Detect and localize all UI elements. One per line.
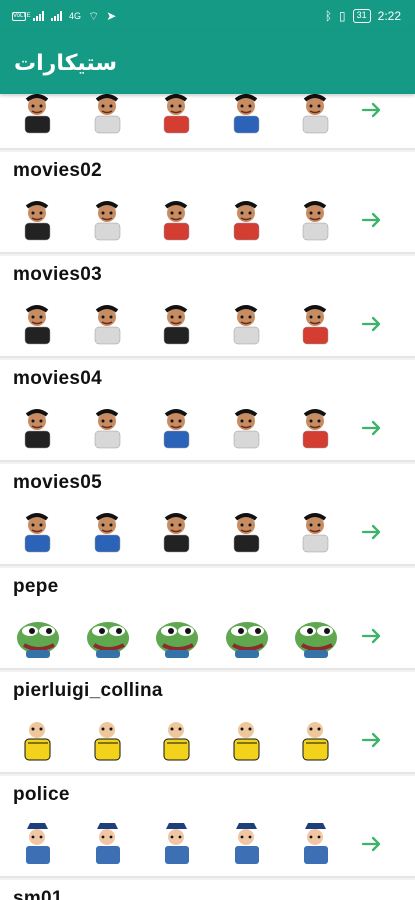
pepe-frog-sticker [12, 611, 64, 661]
sticker-preview-strip [12, 611, 342, 661]
sticker-pack-row[interactable]: movies02 [0, 152, 415, 254]
man-in-red-cape-sticker [221, 507, 273, 557]
red-faced-man-sticker [151, 403, 203, 453]
police-angel-sticker [151, 819, 203, 869]
sticker-preview-strip [12, 195, 342, 245]
smiling-man-sticker [290, 195, 342, 245]
sticker-preview-strip [12, 715, 342, 765]
bald-man-sticker [82, 507, 134, 557]
man-with-glasses-sticker [221, 299, 273, 349]
pack-title: pierluigi_collina [13, 680, 163, 701]
bearded-man-sticker [290, 507, 342, 557]
man-in-white-sticker [290, 403, 342, 453]
man-with-hat-sticker [290, 299, 342, 349]
signal-icon-2 [51, 11, 62, 21]
open-pack-arrow-icon[interactable] [360, 520, 384, 544]
pepe-smile-sticker [221, 611, 273, 661]
man-portrait-sticker [151, 94, 203, 138]
sticker-pack-row[interactable]: police [0, 776, 415, 878]
man-in-blue-sticker [221, 403, 273, 453]
referee-megaphone-sticker [221, 715, 273, 765]
app-title: ستيكارات [14, 50, 117, 75]
referee-sitting-sticker [12, 715, 64, 765]
pack-title: sm01 [13, 888, 63, 900]
man-in-black-sticker [151, 195, 203, 245]
open-pack-arrow-icon[interactable] [360, 832, 384, 856]
cartoon-man-sticker [82, 94, 134, 138]
pepe-crying-sticker [82, 611, 134, 661]
open-pack-arrow-icon[interactable] [360, 728, 384, 752]
police-officer-sticker [290, 819, 342, 869]
open-pack-arrow-icon[interactable] [360, 624, 384, 648]
man-in-blue-sticker [82, 403, 134, 453]
referee-card-sticker [151, 715, 203, 765]
laughing-man-sticker [221, 195, 273, 245]
status-bar: VoLTE 4G ⌔ ➤ ᛒ ▯ 31 2:22 [0, 0, 415, 32]
pack-title: movies03 [13, 264, 103, 285]
police-sitting-sticker [12, 819, 64, 869]
sticker-preview-strip [12, 507, 342, 557]
network-type-label: 4G [69, 11, 82, 21]
pack-title: police [13, 784, 70, 805]
referee-thumbs-down-sticker [290, 715, 342, 765]
arrow-right-icon [361, 102, 381, 118]
status-right: ᛒ ▯ 31 2:22 [325, 9, 401, 23]
sticker-pack-row[interactable] [0, 94, 415, 150]
sticker-preview-strip [12, 299, 342, 349]
sticker-pack-row[interactable]: pierluigi_collina [0, 672, 415, 774]
pack-title: pepe [13, 576, 59, 597]
arrow-right-icon [361, 316, 381, 332]
sticker-preview-strip [12, 819, 342, 869]
sticker-preview-strip [12, 403, 342, 453]
man-in-red-sticker [12, 403, 64, 453]
man-in-red-sticker [151, 299, 203, 349]
open-pack-arrow-icon[interactable] [360, 312, 384, 336]
arrow-right-icon [361, 212, 381, 228]
police-man-sticker [82, 819, 134, 869]
man-in-red-cape-sticker [151, 507, 203, 557]
woman-face-sticker [12, 195, 64, 245]
sticker-pack-list[interactable]: movies02 movies03 movies04 movies05 pepe… [0, 94, 415, 900]
pack-title: movies04 [13, 368, 103, 389]
arrow-right-icon [361, 628, 381, 644]
police-at-desk-sticker [221, 819, 273, 869]
pepe-party-sticker [151, 611, 203, 661]
arrow-right-icon [361, 732, 381, 748]
open-pack-arrow-icon[interactable] [360, 98, 384, 122]
referee-arms-sticker [82, 715, 134, 765]
arrow-right-icon [361, 420, 381, 436]
status-time: 2:22 [377, 9, 401, 23]
man-in-suit-sticker [290, 94, 342, 138]
pack-title: movies02 [13, 160, 103, 181]
pack-title: movies05 [13, 472, 103, 493]
man-in-suit-sticker [82, 299, 134, 349]
app-bar: ستيكارات [0, 32, 415, 94]
telegram-icon: ➤ [106, 9, 117, 23]
wifi-icon: ⌔ [88, 8, 100, 23]
bluetooth-icon: ᛒ [324, 9, 333, 23]
volte-icon: VoLTE [12, 11, 31, 21]
arrow-right-icon [361, 524, 381, 540]
vibrate-icon: ▯ [339, 9, 346, 23]
status-left: VoLTE 4G ⌔ ➤ [12, 9, 116, 24]
sticker-pack-row[interactable]: movies03 [0, 256, 415, 358]
arrow-right-icon [361, 836, 381, 852]
red-face-sticker [221, 94, 273, 138]
sticker-preview-strip [12, 94, 342, 138]
battery-icon: 31 [352, 9, 371, 23]
open-pack-arrow-icon[interactable] [360, 208, 384, 232]
open-pack-arrow-icon[interactable] [360, 416, 384, 440]
man-in-red-shirt-sticker [82, 195, 134, 245]
sticker-pack-row[interactable]: sm01 [0, 880, 415, 900]
signal-icon [33, 11, 44, 21]
woman-face-sticker [12, 94, 64, 138]
green-shirt-man-sticker [12, 299, 64, 349]
pepe-crying-sticker [290, 611, 342, 661]
sticker-pack-row[interactable]: movies04 [0, 360, 415, 462]
sticker-pack-row[interactable]: movies05 [0, 464, 415, 566]
sticker-pack-row[interactable]: pepe [0, 568, 415, 670]
dark-suit-man-sticker [12, 507, 64, 557]
